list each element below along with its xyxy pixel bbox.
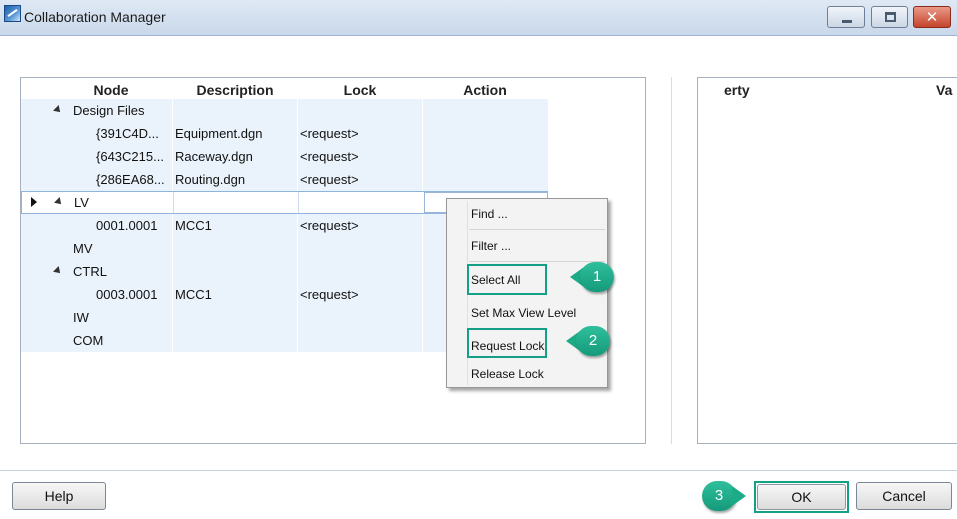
description-cell xyxy=(175,306,295,329)
expand-triangle-icon[interactable] xyxy=(53,266,63,276)
lock-cell xyxy=(300,237,420,260)
callout-1: 1 xyxy=(570,262,618,292)
tree-row[interactable]: {391C4D... Equipment.dgn <request> xyxy=(21,122,548,145)
tree-row[interactable]: {643C215... Raceway.dgn <request> xyxy=(21,145,548,168)
column-header-value[interactable]: Va xyxy=(936,82,952,98)
expand-triangle-icon[interactable] xyxy=(53,105,63,115)
description-cell xyxy=(175,329,295,352)
app-icon xyxy=(4,5,21,22)
maximize-button[interactable] xyxy=(871,6,908,28)
minimize-button[interactable] xyxy=(827,6,865,28)
cancel-button[interactable]: Cancel xyxy=(856,482,952,510)
title-bar: Collaboration Manager ✕ xyxy=(0,0,957,36)
callout-number: 1 xyxy=(580,262,614,292)
tree-row[interactable]: {286EA68... Routing.dgn <request> xyxy=(21,168,548,191)
node-cell: COM xyxy=(73,333,104,348)
description-cell xyxy=(176,192,296,213)
current-row-pointer-icon xyxy=(31,197,37,207)
lock-cell[interactable]: <request> xyxy=(300,214,420,237)
window-title: Collaboration Manager xyxy=(24,9,166,25)
close-icon: ✕ xyxy=(925,8,939,26)
lock-cell[interactable]: <request> xyxy=(300,145,420,168)
column-header-lock[interactable]: Lock xyxy=(298,82,422,98)
menu-item-find[interactable]: Find ... xyxy=(471,207,508,221)
grid-header: Node Description Lock Action xyxy=(21,78,548,99)
description-cell: MCC1 xyxy=(175,287,212,302)
node-cell: CTRL xyxy=(73,264,107,279)
menu-item-set-max-view-level[interactable]: Set Max View Level xyxy=(471,306,576,320)
lock-cell[interactable]: <request> xyxy=(300,122,420,145)
footer-divider xyxy=(0,470,957,471)
callout-3: 3 xyxy=(702,481,752,511)
node-cell: 0003.0001 xyxy=(96,287,158,302)
properties-grid: erty Va xyxy=(697,77,957,444)
column-header-property[interactable]: erty xyxy=(724,82,750,98)
node-cell: {286EA68... xyxy=(96,172,165,187)
column-header-node[interactable]: Node xyxy=(61,82,161,98)
close-button[interactable]: ✕ xyxy=(913,6,951,28)
panel-splitter[interactable] xyxy=(671,77,672,444)
menu-item-filter[interactable]: Filter ... xyxy=(471,239,511,253)
column-header-action[interactable]: Action xyxy=(423,82,547,98)
menu-item-release-lock[interactable]: Release Lock xyxy=(471,367,544,381)
lock-cell[interactable]: <request> xyxy=(300,168,420,191)
node-cell: 0001.0001 xyxy=(96,218,158,233)
callout-number: 2 xyxy=(576,326,610,356)
callout-number: 3 xyxy=(702,481,736,511)
node-cell: LV xyxy=(74,195,89,210)
node-cell: MV xyxy=(73,241,93,256)
select-all-highlight xyxy=(467,264,547,295)
lock-cell xyxy=(300,329,420,352)
minimize-icon xyxy=(842,20,852,23)
callout-2: 2 xyxy=(566,326,614,356)
description-cell xyxy=(175,99,295,122)
node-cell: {391C4D... xyxy=(96,126,159,141)
ok-button[interactable]: OK xyxy=(757,484,846,510)
node-cell: Design Files xyxy=(73,103,145,118)
lock-cell xyxy=(301,192,421,213)
maximize-icon xyxy=(885,12,896,22)
node-cell: {643C215... xyxy=(96,149,164,164)
description-cell: MCC1 xyxy=(175,218,212,233)
description-cell: Routing.dgn xyxy=(175,172,246,187)
request-lock-highlight xyxy=(467,328,547,358)
lock-cell[interactable]: <request> xyxy=(300,283,420,306)
lock-cell xyxy=(300,306,420,329)
node-cell: IW xyxy=(73,310,89,325)
description-cell: Raceway.dgn xyxy=(175,149,253,164)
expand-triangle-icon[interactable] xyxy=(54,197,64,207)
tree-row-design-files[interactable]: Design Files xyxy=(21,99,548,122)
description-cell xyxy=(175,260,295,283)
lock-cell xyxy=(300,260,420,283)
menu-separator xyxy=(469,229,605,230)
help-button[interactable]: Help xyxy=(12,482,106,510)
description-cell xyxy=(175,237,295,260)
column-header-description[interactable]: Description xyxy=(173,82,297,98)
description-cell: Equipment.dgn xyxy=(175,126,263,141)
lock-cell xyxy=(300,99,420,122)
